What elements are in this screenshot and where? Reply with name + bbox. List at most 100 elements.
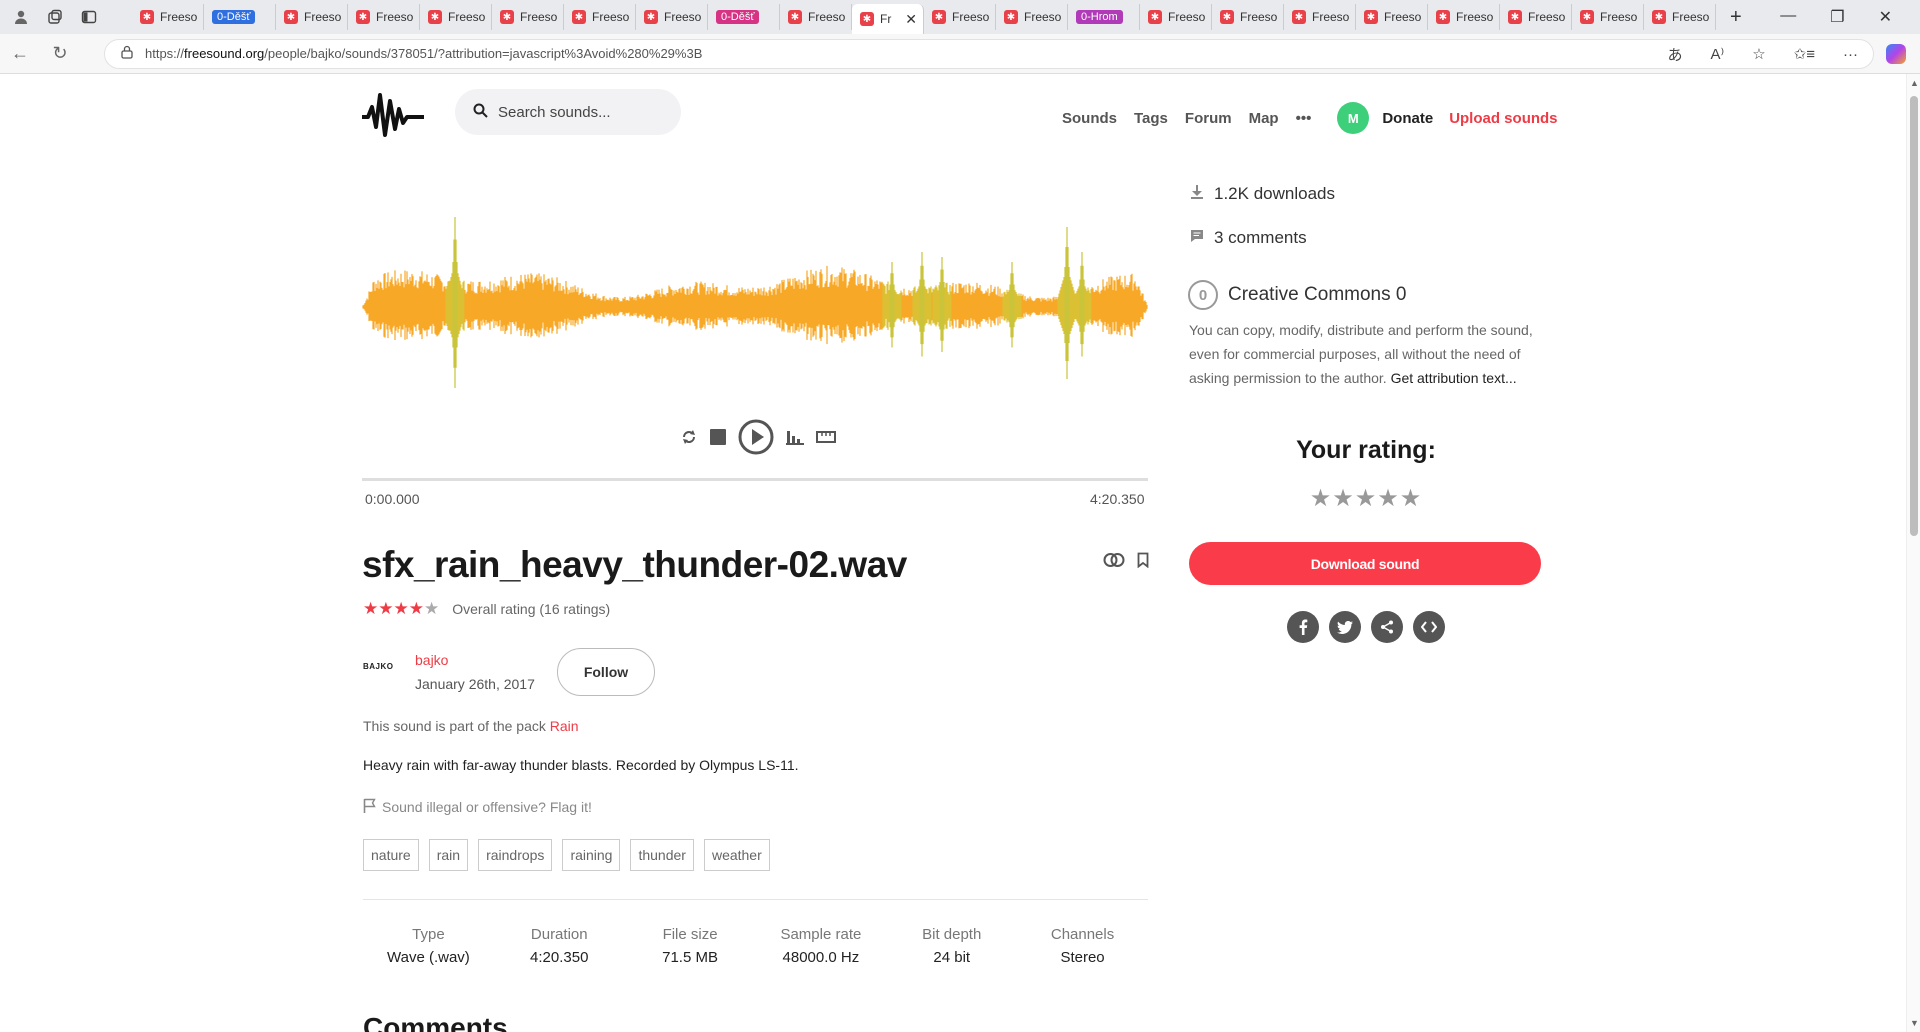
- browser-tab[interactable]: ✱ Freeso: [1500, 4, 1572, 30]
- browser-tab[interactable]: ✱ Freeso: [780, 4, 852, 30]
- nav-forum[interactable]: Forum: [1185, 110, 1232, 127]
- rate-star-icon[interactable]: ★: [1400, 485, 1423, 512]
- play-icon[interactable]: [738, 419, 774, 455]
- pack-link[interactable]: Rain: [550, 718, 579, 734]
- tag-nature[interactable]: nature: [363, 839, 419, 871]
- browser-tab[interactable]: 0-Hrom: [1068, 4, 1140, 30]
- read-aloud-icon[interactable]: A⁾: [1711, 45, 1725, 63]
- freesound-favicon-icon: ✱: [1580, 10, 1594, 24]
- pack-prefix: This sound is part of the pack: [363, 718, 550, 734]
- your-rating-stars[interactable]: ★★★★★: [1190, 484, 1542, 513]
- star-icon: ★: [363, 599, 379, 618]
- browser-tab[interactable]: ✱ Freeso: [1644, 4, 1716, 30]
- loop-icon[interactable]: [680, 428, 698, 446]
- donate-link[interactable]: Donate: [1382, 110, 1433, 127]
- browser-tab[interactable]: ✱ Freeso: [1212, 4, 1284, 30]
- browser-tab[interactable]: ✱ Freeso: [1140, 4, 1212, 30]
- tag-thunder[interactable]: thunder: [630, 839, 694, 871]
- search-input[interactable]: Search sounds...: [498, 104, 611, 121]
- tab-group-label: 0-Hrom: [1076, 10, 1123, 24]
- scroll-up-icon[interactable]: ▲: [1910, 78, 1919, 88]
- stop-icon[interactable]: [710, 429, 726, 445]
- copilot-icon[interactable]: [1886, 44, 1906, 64]
- rate-star-icon[interactable]: ★: [1355, 485, 1378, 512]
- scroll-down-icon[interactable]: ▼: [1910, 1018, 1919, 1028]
- browser-tab[interactable]: ✱ Freeso: [1428, 4, 1500, 30]
- tab-title: Freeso: [1456, 10, 1494, 24]
- browser-tab[interactable]: ✱ Freeso: [996, 4, 1068, 30]
- freesound-favicon-icon: ✱: [1508, 10, 1522, 24]
- nav-tags[interactable]: Tags: [1134, 110, 1168, 127]
- similar-sounds-icon[interactable]: [1103, 552, 1125, 573]
- browser-tab[interactable]: ✱ Freeso: [1284, 4, 1356, 30]
- tag-raining[interactable]: raining: [562, 839, 621, 871]
- more-menu-icon[interactable]: ···: [1843, 46, 1858, 63]
- rate-star-icon[interactable]: ★: [1310, 485, 1333, 512]
- browser-tab[interactable]: ✱ Freeso: [564, 4, 636, 30]
- scrollbar-thumb[interactable]: [1910, 96, 1918, 536]
- nav-more-icon[interactable]: •••: [1296, 110, 1312, 127]
- browser-tab[interactable]: 0-Děšť: [708, 4, 780, 30]
- freesound-favicon-icon: ✱: [1004, 10, 1018, 24]
- browser-tab[interactable]: ✱ Freeso: [276, 4, 348, 30]
- facebook-icon[interactable]: [1287, 611, 1319, 643]
- workspaces-icon[interactable]: [46, 8, 64, 26]
- flag-sound-link[interactable]: Sound illegal or offensive? Flag it!: [363, 798, 592, 816]
- comments-count[interactable]: 3 comments: [1190, 228, 1307, 248]
- nav-map[interactable]: Map: [1249, 110, 1279, 127]
- browser-tab[interactable]: ✱ Freeso: [420, 4, 492, 30]
- upload-date: January 26th, 2017: [415, 676, 535, 692]
- favorite-star-icon[interactable]: ☆: [1752, 45, 1765, 63]
- follow-button[interactable]: Follow: [557, 648, 655, 696]
- tag-weather[interactable]: weather: [703, 839, 770, 871]
- nav-sounds[interactable]: Sounds: [1062, 110, 1117, 127]
- spectrogram-icon[interactable]: [786, 429, 804, 445]
- user-avatar[interactable]: M: [1337, 102, 1370, 134]
- author-avatar[interactable]: BAJKO: [363, 662, 405, 676]
- author-link[interactable]: bajko: [415, 652, 448, 668]
- tab-title: Freeso: [520, 10, 558, 24]
- browser-tab[interactable]: ✱ Freeso: [132, 4, 204, 30]
- browser-tab[interactable]: ✱ Freeso: [924, 4, 996, 30]
- browser-tab[interactable]: ✱ Freeso: [636, 4, 708, 30]
- bookmark-icon[interactable]: [1137, 552, 1149, 573]
- freesound-logo[interactable]: [362, 87, 424, 139]
- search-box[interactable]: Search sounds...: [455, 89, 681, 135]
- refresh-icon[interactable]: ↻: [40, 43, 80, 64]
- url-field[interactable]: https://freesound.org/people/bajko/sound…: [104, 38, 1874, 69]
- share-icon[interactable]: [1371, 611, 1403, 643]
- waveform[interactable]: [362, 192, 1148, 422]
- tag-rain[interactable]: rain: [428, 839, 469, 871]
- twitter-icon[interactable]: [1329, 611, 1361, 643]
- browser-tab[interactable]: ✱ Freeso: [1572, 4, 1644, 30]
- site-info-icon[interactable]: [121, 45, 133, 62]
- upload-sounds-link[interactable]: Upload sounds: [1449, 110, 1557, 127]
- minimize-icon[interactable]: —: [1780, 7, 1796, 27]
- browser-tab[interactable]: ✱ Freeso: [492, 4, 564, 30]
- page-scrollbar[interactable]: ▲ ▼: [1906, 74, 1920, 1032]
- browser-tab[interactable]: 0-Děšť: [204, 4, 276, 30]
- profile-icon[interactable]: [12, 8, 30, 26]
- tag-raindrops[interactable]: raindrops: [478, 839, 553, 871]
- browser-tab[interactable]: ✱ Freeso: [348, 4, 420, 30]
- browser-tab[interactable]: ✱ Fr ✕: [852, 4, 924, 34]
- browser-tab[interactable]: ✱ Freeso: [1356, 4, 1428, 30]
- rate-star-icon[interactable]: ★: [1332, 485, 1355, 512]
- embed-icon[interactable]: [1413, 611, 1445, 643]
- close-window-icon[interactable]: ✕: [1879, 7, 1892, 27]
- back-icon[interactable]: ←: [0, 43, 40, 64]
- playback-progress-bar[interactable]: [362, 478, 1148, 481]
- license-heading[interactable]: 0 Creative Commons 0: [1188, 280, 1406, 310]
- attribution-link[interactable]: Get attribution text...: [1391, 370, 1517, 386]
- ruler-icon[interactable]: [816, 431, 836, 443]
- translate-icon[interactable]: あ: [1668, 44, 1683, 65]
- new-tab-button[interactable]: +: [1730, 6, 1742, 29]
- favorites-icon[interactable]: ✩≡: [1794, 45, 1815, 63]
- rate-star-icon[interactable]: ★: [1377, 485, 1400, 512]
- close-tab-icon[interactable]: ✕: [905, 11, 917, 28]
- vertical-tabs-icon[interactable]: [80, 8, 98, 26]
- download-sound-button[interactable]: Download sound: [1189, 542, 1541, 585]
- tab-title: Freeso: [1024, 10, 1062, 24]
- restore-icon[interactable]: ❐: [1830, 7, 1844, 27]
- downloads-count[interactable]: 1.2K downloads: [1190, 184, 1335, 204]
